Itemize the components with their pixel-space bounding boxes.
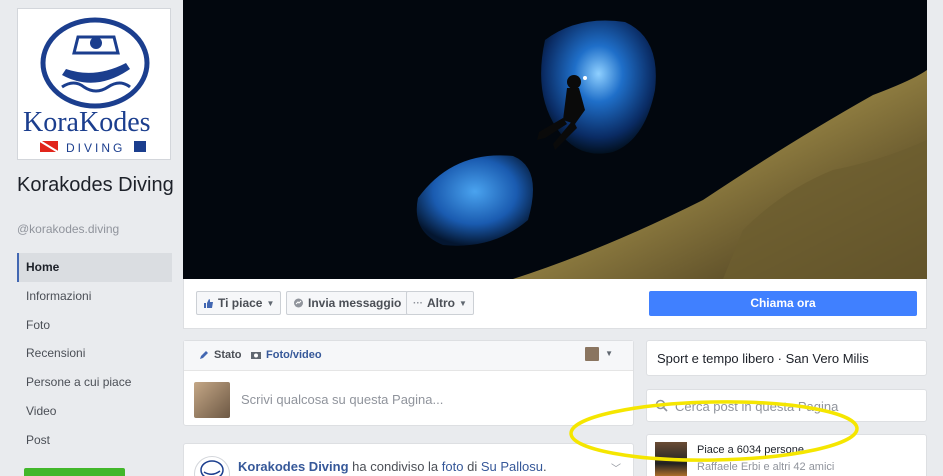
dots-icon: ··· (413, 297, 423, 309)
pencil-icon (200, 351, 208, 359)
avatar[interactable] (655, 442, 687, 476)
avatar[interactable] (194, 456, 230, 476)
page-search (646, 389, 927, 422)
camera-icon (251, 352, 261, 359)
underwater-cave-image (183, 0, 927, 279)
nav-item-reviews[interactable]: Recensioni (17, 339, 172, 368)
messenger-icon (294, 298, 303, 307)
tab-photo-label: Foto/video (266, 349, 322, 361)
avatar[interactable] (585, 347, 599, 361)
nav-item-likers[interactable]: Persone a cui piace (17, 368, 172, 397)
post-object-link[interactable]: foto (442, 459, 464, 474)
post-suffix: . (543, 459, 547, 474)
korakodes-logo: KoraKodes DIVING (23, 17, 151, 155)
like-button[interactable]: Ti piace ▼ (196, 291, 282, 315)
composer-tabs: Stato Foto/video ▼ (184, 341, 633, 371)
create-page-button[interactable] (24, 468, 125, 476)
thumbs-up-icon (204, 298, 213, 308)
logo-text: KoraKodes (23, 107, 151, 138)
nav-item-posts[interactable]: Post (17, 426, 172, 455)
post-header-text: Korakodes Diving ha condiviso la foto di… (238, 459, 547, 474)
nav-item-info[interactable]: Informazioni (17, 282, 172, 311)
korakodes-logo-icon (200, 460, 224, 476)
nav-item-home[interactable]: Home (17, 253, 172, 282)
tab-photo-video[interactable]: Foto/video (250, 349, 322, 361)
chevron-down-icon[interactable]: ▼ (605, 349, 613, 358)
search-input[interactable] (675, 396, 915, 416)
like-button-label: Ti piace (218, 296, 263, 310)
chevron-down-icon[interactable]: ﹀ (611, 460, 621, 475)
post-source-link[interactable]: Su Pallosu (481, 459, 543, 474)
send-message-button[interactable]: Invia messaggio (286, 291, 409, 315)
nav-item-photos[interactable]: Foto (17, 311, 172, 340)
tab-status[interactable]: Stato (198, 349, 242, 361)
avatar (194, 382, 230, 418)
logo-subtext: DIVING (66, 141, 125, 155)
composer-body[interactable]: Scrivi qualcosa su questa Pagina... (184, 371, 633, 426)
call-now-button[interactable]: Chiama ora (649, 291, 917, 316)
chevron-down-icon: ▼ (459, 298, 467, 308)
chevron-down-icon: ▼ (266, 298, 275, 308)
search-icon (655, 399, 668, 412)
post-of: di (467, 459, 478, 474)
send-message-label: Invia messaggio (308, 296, 402, 310)
nav-item-video[interactable]: Video (17, 397, 172, 426)
likes-count[interactable]: Piace a 6034 persone (697, 444, 804, 456)
profile-picture[interactable]: KoraKodes DIVING (17, 8, 171, 160)
cover-photo[interactable] (183, 0, 927, 279)
tab-status-label: Stato (214, 349, 242, 361)
composer-placeholder[interactable]: Scrivi qualcosa su questa Pagina... (241, 392, 443, 407)
page-nav: Home Informazioni Foto Recensioni Person… (17, 253, 172, 455)
page-title[interactable]: Korakodes Diving (17, 174, 177, 197)
likes-friends[interactable]: Raffaele Erbi e altri 42 amici (697, 461, 834, 473)
post-composer: Stato Foto/video ▼ Scrivi qualcosa su qu… (183, 340, 634, 426)
post-author-link[interactable]: Korakodes Diving (238, 459, 349, 474)
page-action-bar: Ti piace ▼ Invia messaggio ··· Altro ▼ C… (183, 279, 927, 329)
feed-post: Korakodes Diving ha condiviso la foto di… (183, 443, 634, 476)
page-category[interactable]: Sport e tempo libero · San Vero Milis (646, 340, 927, 376)
more-button[interactable]: ··· Altro ▼ (406, 291, 474, 315)
page-handle[interactable]: @korakodes.diving (17, 222, 119, 236)
post-verb: ha condiviso la (352, 459, 439, 474)
more-label: Altro (427, 296, 455, 310)
likes-summary: Piace a 6034 persone Raffaele Erbi e alt… (646, 434, 927, 476)
